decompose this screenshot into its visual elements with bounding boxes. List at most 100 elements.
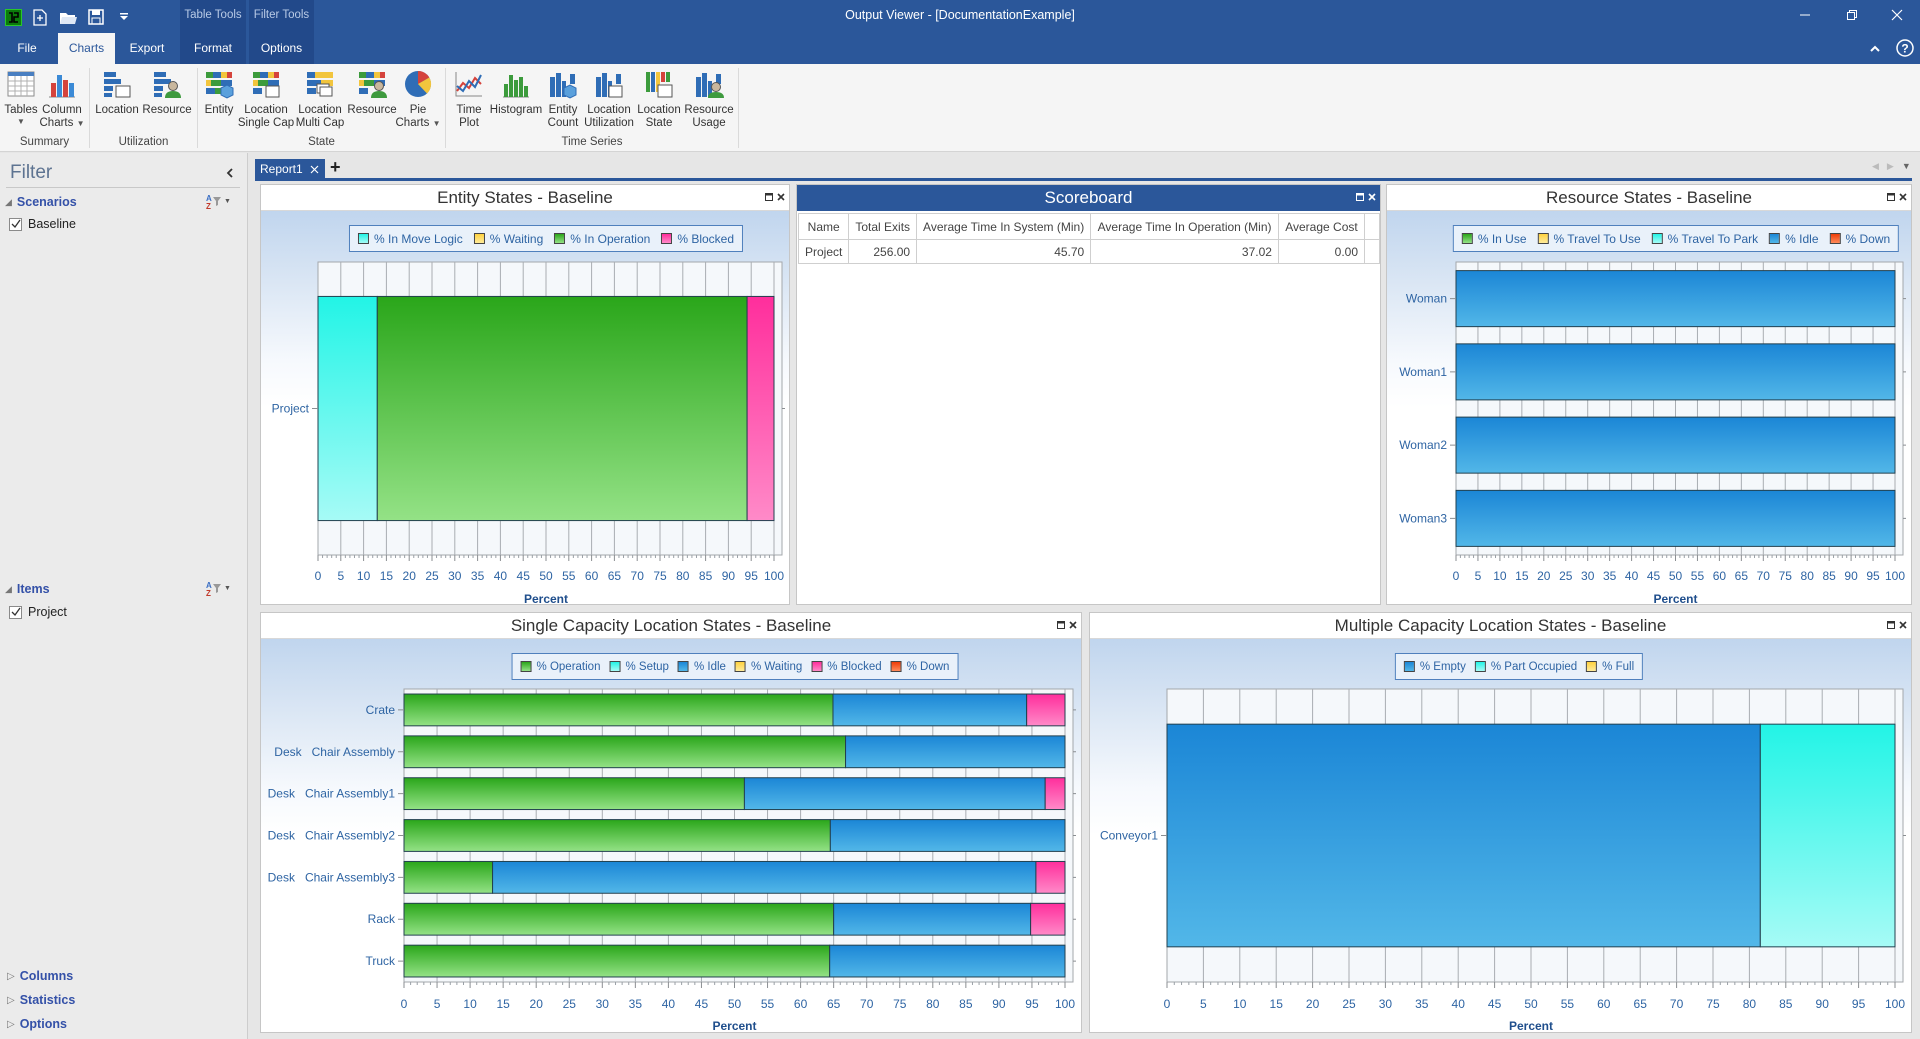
- document-tab-report1[interactable]: Report1: [255, 159, 325, 179]
- sort-filter-items-button[interactable]: AZ ▼: [206, 581, 231, 597]
- help-button[interactable]: ?: [1895, 38, 1915, 58]
- checkbox-checked[interactable]: [9, 217, 22, 231]
- legend-swatch: [1586, 661, 1598, 672]
- bar-operation-rack[interactable]: [403, 902, 835, 936]
- close-panel-icon[interactable]: [1899, 193, 1907, 201]
- legend-item-blocked[interactable]: % Blocked: [661, 232, 734, 246]
- legend-swatch: [520, 661, 532, 672]
- maximize-panel-icon[interactable]: [1356, 193, 1364, 201]
- maximize-panel-icon[interactable]: [1057, 621, 1065, 629]
- bar-idle-woman3[interactable]: [1455, 489, 1896, 547]
- tab-charts[interactable]: Charts: [58, 33, 115, 64]
- bar-idle-rack[interactable]: [833, 902, 1032, 936]
- section-scenarios-header[interactable]: ◢ Scenarios: [5, 195, 77, 209]
- bar-operation-truck[interactable]: [403, 944, 831, 978]
- close-panel-icon[interactable]: [777, 193, 785, 201]
- bar-operation-crate[interactable]: [403, 693, 834, 727]
- legend-item-part-occupied[interactable]: % Part Occupied: [1474, 661, 1577, 673]
- legend-item-in-move-logic[interactable]: % In Move Logic: [357, 232, 463, 246]
- bar-idle-desk-chair-assembly2[interactable]: [829, 819, 1066, 852]
- chart-legend: % In Use % Travel To Use % Travel To Park%…: [1452, 225, 1900, 252]
- ribbon-button-resource-usage[interactable]: Resource Usage: [676, 69, 742, 129]
- scroll-right-icon[interactable]: ▶: [1887, 161, 1894, 172]
- bar-idle-woman[interactable]: [1455, 270, 1896, 328]
- legend-item-full[interactable]: % Full: [1586, 661, 1634, 673]
- bar-blocked-crate[interactable]: [1026, 693, 1066, 727]
- legend-label: % Travel To Park: [1667, 231, 1759, 246]
- sort-filter-scenarios-button[interactable]: AZ ▼: [206, 194, 231, 210]
- x-tick-label: 25: [1559, 569, 1573, 583]
- bar-part-occupied-conveyor1[interactable]: [1759, 723, 1896, 948]
- legend-item-blocked[interactable]: % Blocked: [811, 661, 882, 673]
- close-panel-icon[interactable]: [1899, 621, 1907, 629]
- collapse-sidebar-button[interactable]: [222, 166, 236, 180]
- legend-item-waiting[interactable]: % Waiting: [473, 232, 543, 246]
- column-header[interactable]: Average Cost: [1277, 213, 1366, 240]
- bar-in-move-logic-project[interactable]: [317, 295, 378, 522]
- legend-item-in-use[interactable]: % In Use: [1461, 232, 1527, 246]
- legend-item-idle[interactable]: % Idle: [677, 661, 726, 673]
- bar-blocked-desk-chair-assembly3[interactable]: [1035, 860, 1066, 894]
- bar-idle-desk-chair-assembly3[interactable]: [492, 860, 1037, 894]
- bar-blocked-project[interactable]: [746, 295, 775, 522]
- ribbon-group-label-time-series: Time Series: [561, 136, 623, 148]
- column-header[interactable]: Average Time In System (Min): [916, 213, 1092, 240]
- scroll-left-icon[interactable]: ◀: [1872, 161, 1879, 172]
- minimize-button[interactable]: [1790, 4, 1820, 26]
- legend-item-down[interactable]: % Down: [890, 661, 949, 673]
- section-columns-header[interactable]: ▷ Columns: [7, 969, 73, 983]
- tab-export[interactable]: Export: [124, 33, 170, 64]
- legend-item-down[interactable]: % Down: [1829, 232, 1890, 246]
- bar-idle-desk-chair-assembly[interactable]: [845, 735, 1066, 769]
- legend-item-setup[interactable]: % Setup: [609, 661, 669, 673]
- bar-in-operation-project[interactable]: [376, 295, 748, 522]
- legend-item-travel-to-park[interactable]: % Travel To Park: [1651, 231, 1759, 246]
- column-header[interactable]: Average Time In Operation (Min): [1090, 213, 1279, 240]
- entity-state-icon: [206, 72, 234, 99]
- restore-button[interactable]: [1837, 4, 1867, 26]
- bar-idle-crate[interactable]: [832, 693, 1028, 727]
- collapse-ribbon-button[interactable]: [1866, 40, 1884, 56]
- close-panel-icon[interactable]: [1069, 621, 1077, 629]
- bar-empty-conveyor1[interactable]: [1166, 723, 1761, 948]
- section-options-header[interactable]: ▷ Options: [7, 1017, 67, 1031]
- legend-item-empty[interactable]: % Empty: [1403, 661, 1466, 673]
- legend-item-in-operation[interactable]: % In Operation: [554, 232, 650, 246]
- column-header[interactable]: Name: [797, 213, 850, 240]
- filter-item-project[interactable]: Project: [9, 605, 67, 619]
- scenario-item-baseline[interactable]: Baseline: [9, 217, 76, 231]
- close-tab-icon[interactable]: [310, 165, 319, 174]
- legend-item-travel-to-use[interactable]: % Travel To Use: [1537, 232, 1641, 246]
- bar-idle-truck[interactable]: [829, 944, 1066, 978]
- column-header[interactable]: Total Exits: [848, 213, 918, 240]
- add-document-tab-button[interactable]: +: [330, 157, 341, 178]
- bar-operation-desk-chair-assembly1[interactable]: [403, 777, 745, 811]
- tab-options[interactable]: Options: [249, 33, 314, 64]
- legend-swatch: [1474, 661, 1486, 672]
- bar-idle-desk-chair-assembly1[interactable]: [743, 777, 1046, 811]
- chart-body: Conveyor1 0 5 10 15 20 25 30 35 40 45 50 55 60 65 70 75 8…: [1090, 639, 1911, 1032]
- bar-blocked-desk-chair-assembly1[interactable]: [1044, 777, 1066, 811]
- maximize-panel-icon[interactable]: [765, 193, 773, 201]
- bar-idle-woman1[interactable]: [1455, 343, 1896, 401]
- tab-format[interactable]: Format: [180, 33, 246, 64]
- bar-operation-desk-chair-assembly[interactable]: [403, 735, 847, 769]
- close-button[interactable]: [1882, 4, 1912, 26]
- section-items-header[interactable]: ◢ Items: [5, 582, 50, 596]
- panel-title: Multiple Capacity Location States - Base…: [1334, 616, 1667, 635]
- maximize-panel-icon[interactable]: [1887, 621, 1895, 629]
- section-statistics-header[interactable]: ▷ Statistics: [7, 993, 75, 1007]
- bar-operation-desk-chair-assembly3[interactable]: [403, 860, 494, 894]
- legend-item-operation[interactable]: % Operation: [520, 661, 600, 673]
- checkbox-checked[interactable]: [9, 605, 22, 619]
- bar-idle-woman2[interactable]: [1455, 416, 1896, 474]
- maximize-panel-icon[interactable]: [1887, 193, 1895, 201]
- legend-item-idle[interactable]: % Idle: [1769, 232, 1819, 246]
- tab-file[interactable]: File: [8, 33, 46, 64]
- bar-operation-desk-chair-assembly2[interactable]: [403, 819, 831, 852]
- bar-blocked-rack[interactable]: [1030, 902, 1066, 936]
- tab-list-dropdown-icon[interactable]: ▼: [1902, 161, 1911, 172]
- legend-item-waiting[interactable]: % Waiting: [734, 661, 802, 673]
- close-panel-icon[interactable]: [1368, 193, 1376, 201]
- table-row[interactable]: Project 256.00 45.70 37.02 0.00: [797, 239, 1380, 264]
